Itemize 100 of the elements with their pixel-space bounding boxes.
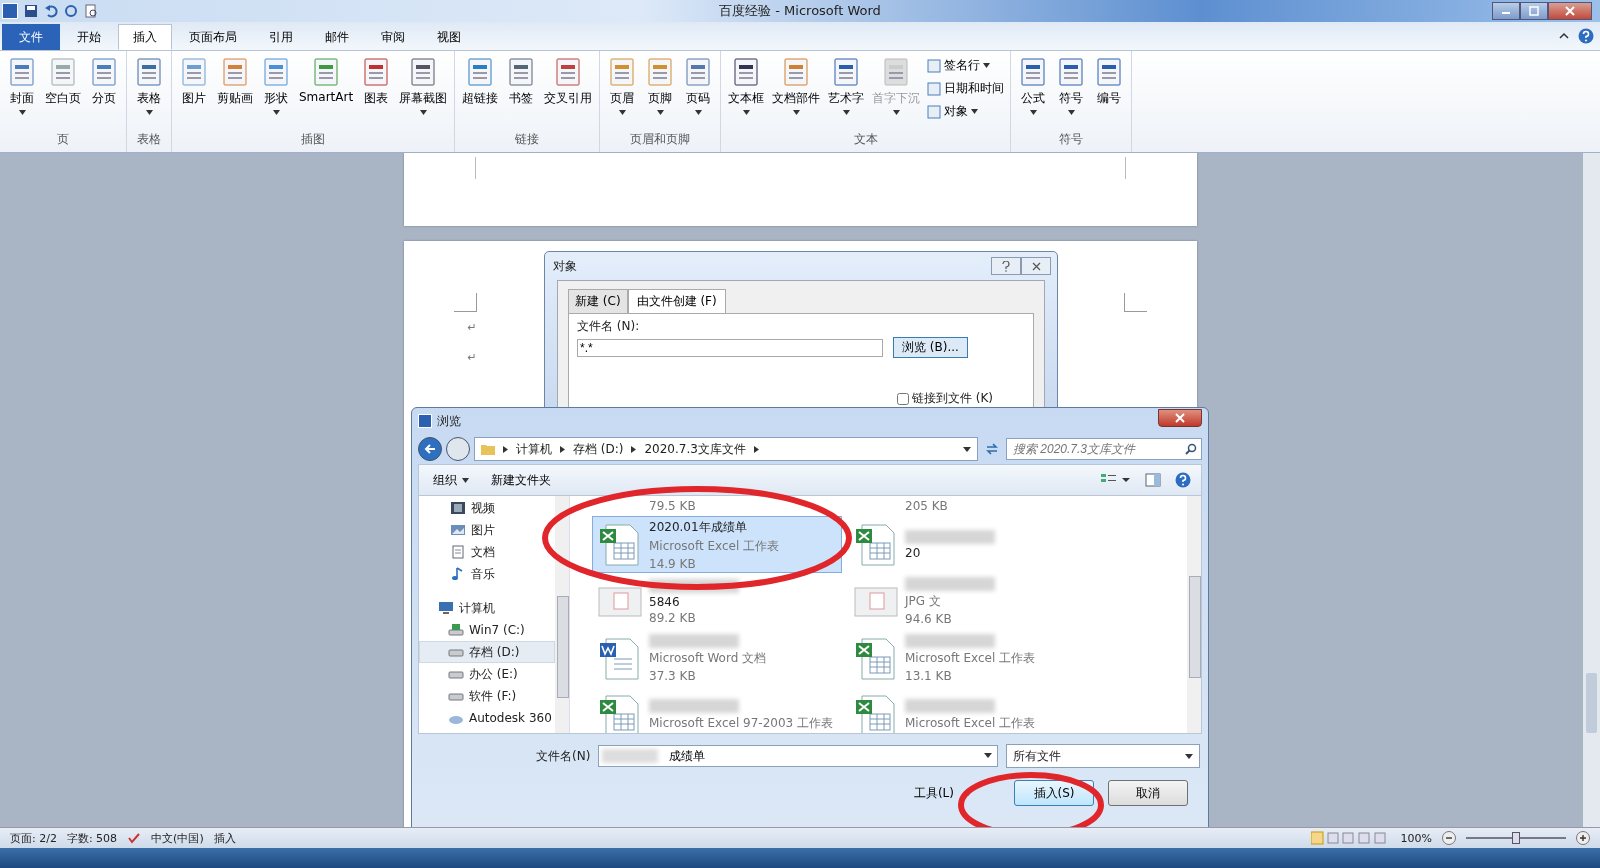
help-icon[interactable]: [1175, 472, 1191, 488]
ribbon-button[interactable]: 图片: [175, 55, 213, 109]
proofing-icon[interactable]: [127, 832, 142, 844]
print-preview-icon[interactable]: [84, 4, 98, 18]
file-name-field[interactable]: 成绩单: [598, 745, 999, 767]
forward-button[interactable]: [446, 437, 470, 461]
zoom-out-icon[interactable]: [1442, 831, 1456, 845]
ribbon-button[interactable]: 图表: [357, 55, 396, 109]
file-item[interactable]: 205 KB: [848, 496, 1098, 516]
ribbon-button[interactable]: 剪贴画: [213, 55, 257, 109]
ribbon-button[interactable]: 公式: [1014, 55, 1053, 117]
navigation-item[interactable]: Autodesk 360: [419, 707, 555, 729]
help-button[interactable]: [991, 257, 1021, 275]
new-folder-button[interactable]: 新建文件夹: [487, 469, 555, 491]
ribbon-tab[interactable]: 文件: [2, 24, 60, 50]
zoom-level[interactable]: 100%: [1400, 831, 1432, 845]
status-item[interactable]: 插入: [213, 830, 236, 846]
ribbon-button[interactable]: 空白页: [41, 55, 85, 109]
file-type: Microsoft Excel 工作表: [905, 650, 1036, 667]
navigation-item[interactable]: 计算机: [419, 597, 555, 619]
ribbon-button[interactable]: 编号: [1090, 55, 1129, 109]
breadcrumb[interactable]: 存档 (D:): [573, 440, 624, 458]
ribbon-tab[interactable]: 审阅: [366, 24, 420, 50]
status-item[interactable]: 中文(中国): [151, 830, 204, 846]
file-item[interactable]: JPG 文 94.6 KB: [848, 573, 1098, 630]
file-size: 89.2 KB: [649, 610, 697, 625]
dialog-tab[interactable]: 新建 (C): [568, 289, 628, 313]
dialog-tab[interactable]: 由文件创建 (F): [627, 289, 726, 313]
ribbon-button[interactable]: 文本框: [724, 55, 769, 117]
undo-icon[interactable]: [44, 4, 58, 18]
navigation-item[interactable]: 办公 (E:): [419, 663, 555, 685]
navigation-item[interactable]: 视频: [419, 497, 555, 519]
ribbon-button[interactable]: 交叉引用: [540, 55, 597, 109]
ribbon-button[interactable]: 分页: [85, 55, 123, 109]
zoom-in-icon[interactable]: [1576, 831, 1590, 845]
ribbon-tab[interactable]: 邮件: [310, 24, 364, 50]
ribbon-tab[interactable]: 开始: [62, 24, 116, 50]
file-type-dropdown[interactable]: 所有文件: [1006, 744, 1201, 768]
file-item[interactable]: Microsoft Excel 97-2003 工作表: [592, 687, 842, 733]
navigation-item[interactable]: 软件 (F:): [419, 685, 555, 707]
refresh-icon[interactable]: [984, 441, 1000, 457]
address-bar[interactable]: 计算机 存档 (D:) 2020.7.3文库文件: [474, 437, 978, 461]
ribbon-small-button[interactable]: 签名行: [924, 55, 1008, 76]
scrollbar[interactable]: [555, 496, 569, 733]
caret-icon: [983, 63, 991, 68]
ribbon-tab[interactable]: 引用: [254, 24, 308, 50]
ribbon-button[interactable]: 表格: [130, 55, 168, 117]
cancel-button[interactable]: 取消: [1108, 780, 1188, 806]
ribbon-button[interactable]: 形状: [257, 55, 295, 117]
ribbon-button[interactable]: 页脚: [641, 55, 680, 117]
minimize-button[interactable]: [1492, 2, 1520, 20]
insert-button[interactable]: 插入(S): [1014, 780, 1094, 806]
save-icon[interactable]: [24, 4, 38, 18]
close-button[interactable]: [1021, 257, 1051, 275]
search-field[interactable]: 搜索 2020.7.3文库文件: [1006, 438, 1202, 460]
ribbon-button[interactable]: 页码: [679, 55, 718, 117]
ribbon-button[interactable]: 书签: [502, 55, 541, 109]
ribbon-small-button[interactable]: 对象: [924, 101, 1008, 122]
file-item[interactable]: Microsoft Excel 工作表: [848, 687, 1098, 733]
file-name-field[interactable]: *.*: [577, 338, 883, 357]
file-item[interactable]: 79.5 KB: [592, 496, 842, 516]
redo-icon[interactable]: [64, 4, 78, 18]
navigation-item[interactable]: 存档 (D:): [419, 641, 555, 663]
back-button[interactable]: [418, 437, 442, 461]
browse-button[interactable]: 浏览 (B)...: [893, 337, 968, 358]
ribbon-button[interactable]: 超链接: [458, 55, 503, 109]
file-item[interactable]: Microsoft Excel 工作表 13.1 KB: [848, 630, 1098, 687]
ribbon-tab[interactable]: 页面布局: [174, 24, 252, 50]
file-item[interactable]: 2020.01年成绩单 Microsoft Excel 工作表 14.9 KB: [592, 516, 842, 573]
maximize-button[interactable]: [1520, 2, 1548, 20]
word-file-icon: [598, 636, 642, 681]
file-item[interactable]: 5846 89.2 KB: [592, 573, 842, 630]
ribbon-button[interactable]: 文档部件: [768, 55, 825, 117]
vertical-scrollbar[interactable]: [1583, 153, 1600, 827]
help-icon[interactable]: [1578, 28, 1594, 44]
navigation-item[interactable]: 音乐: [419, 563, 555, 585]
ribbon-button[interactable]: 艺术字: [824, 55, 869, 117]
breadcrumb[interactable]: 计算机: [516, 440, 552, 458]
organize-button[interactable]: 组织: [429, 469, 473, 491]
file-item[interactable]: Microsoft Word 文档 37.3 KB: [592, 630, 842, 687]
ribbon-button[interactable]: 页眉: [603, 55, 642, 117]
status-item[interactable]: 字数: 508: [66, 830, 118, 846]
link-checkbox[interactable]: [897, 392, 909, 405]
ribbon-button[interactable]: 封面: [3, 55, 41, 117]
navigation-item[interactable]: 文档: [419, 541, 555, 563]
navigation-item[interactable]: Win7 (C:): [419, 619, 555, 641]
breadcrumb[interactable]: 2020.7.3文库文件: [644, 440, 746, 458]
status-item[interactable]: 页面: 2/2: [10, 830, 57, 846]
scrollbar[interactable]: [1187, 496, 1201, 733]
navigation-item[interactable]: 图片: [419, 519, 555, 541]
close-button[interactable]: [1548, 2, 1592, 20]
file-item[interactable]: 20: [848, 516, 1098, 573]
ribbon-button[interactable]: 符号: [1052, 55, 1091, 117]
ribbon-button[interactable]: SmartArt: [295, 55, 358, 106]
close-button[interactable]: [1158, 409, 1202, 427]
blurred-area: [602, 749, 659, 763]
ribbon-small-button[interactable]: 日期和时间: [924, 78, 1008, 99]
ribbon-button[interactable]: 屏幕截图: [395, 55, 452, 117]
ribbon-tab[interactable]: 插入: [118, 24, 172, 50]
ribbon-tab[interactable]: 视图: [422, 24, 476, 50]
